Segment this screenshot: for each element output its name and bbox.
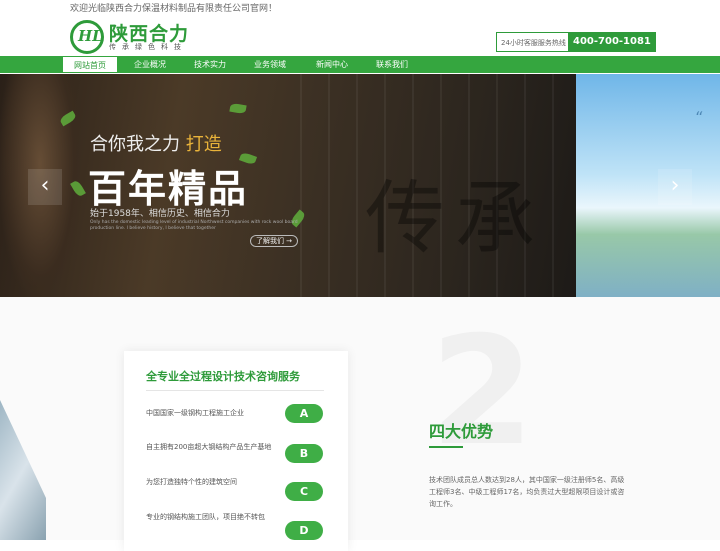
learn-more-button[interactable]: 了解我们 → <box>250 235 298 247</box>
nav-item-about[interactable]: 企业概况 <box>122 56 178 73</box>
brush-calligraphy: 传承 <box>365 172 545 265</box>
advantages-title: 四大优势 <box>429 422 494 441</box>
advantages-description: 技术团队成员总人数达到28人，其中国家一级注册师5名、高级工程师3名、中级工程师… <box>429 476 625 508</box>
banner-english-text: Only has the domestic leading level of i… <box>90 220 298 231</box>
leaf-decoration <box>229 102 247 115</box>
service-item-text: 专业的钢结构施工团队，项目绝不转包 <box>146 513 265 521</box>
quote-icon: “ <box>695 108 704 127</box>
top-bar: 欢迎光临陕西合力保温材料制品有限责任公司官网！ <box>0 0 720 14</box>
slogan-highlight: 打造 <box>185 134 222 155</box>
background-number: 2 <box>430 305 535 479</box>
learn-more-label: 了解我们 <box>255 237 284 245</box>
hotline-label: 24小时客服服务热线 <box>501 39 566 47</box>
logo-mark-text: HL <box>78 27 103 45</box>
banner-slogan: 合你我之力 打造 <box>90 130 222 156</box>
slogan-prefix: 合你我之力 <box>90 134 180 155</box>
nav-item-news[interactable]: 新闻中心 <box>304 56 360 73</box>
hotline-number[interactable]: 400-700-1081 <box>568 33 656 51</box>
nav-item-technology[interactable]: 技术实力 <box>182 56 238 73</box>
main-nav: 网站首页 企业概况 技术实力 业务领域 新闻中心 联系我们 <box>0 56 720 73</box>
banner-subline: 始于1958年、相信历史、相信合力 <box>90 209 230 219</box>
divider <box>146 390 324 391</box>
service-item-text: 自主拥有200亩超大钢结构产品生产基地 <box>146 443 272 451</box>
banner-headline: 百年精品 <box>88 167 249 211</box>
banner-prev-arrow-icon[interactable]: ‹ <box>28 169 62 205</box>
services-title: 全专业全过程设计技术咨询服务 <box>146 370 300 383</box>
nav-item-contact[interactable]: 联系我们 <box>364 56 420 73</box>
banner-slide-main: 传承 <box>0 74 576 297</box>
nav-item-home[interactable]: 网站首页 <box>62 56 118 73</box>
logo-icon[interactable]: HL <box>70 20 104 54</box>
service-badge-b[interactable]: B <box>285 444 323 463</box>
service-badge-a[interactable]: A <box>285 404 323 423</box>
banner-next-arrow-icon[interactable]: › <box>658 169 692 205</box>
hotline-box: 24小时客服服务热线 400-700-1081 <box>496 32 656 52</box>
service-badge-d[interactable]: D <box>285 521 323 540</box>
logo-tagline: 传承绿色科技 <box>109 43 187 51</box>
title-underline <box>429 446 463 448</box>
service-badge-c[interactable]: C <box>285 482 323 501</box>
welcome-text: 欢迎光临陕西合力保温材料制品有限责任公司官网！ <box>70 4 278 14</box>
nav-item-business[interactable]: 业务领域 <box>242 56 298 73</box>
service-item-text: 为您打造独特个性的建筑空间 <box>146 478 237 486</box>
service-item-text: 中国国家一级钢构工程施工企业 <box>146 409 244 417</box>
